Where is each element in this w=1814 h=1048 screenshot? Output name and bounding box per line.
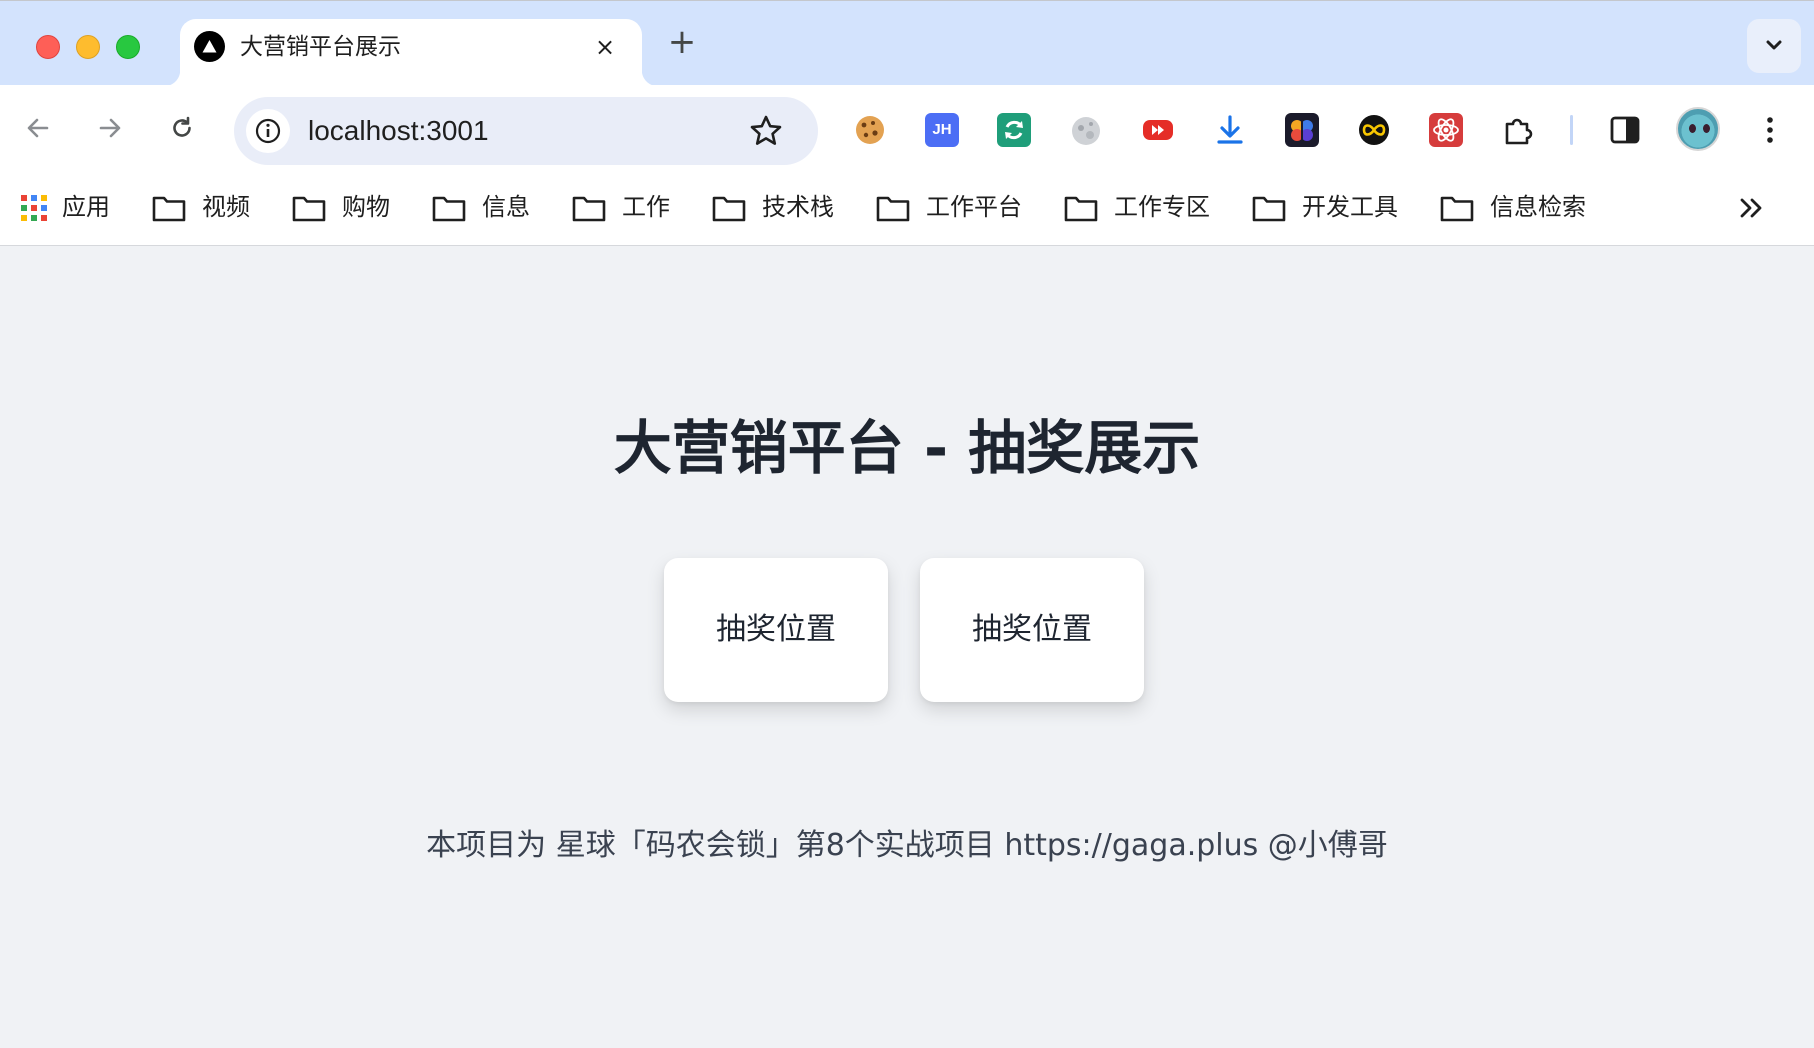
folder-icon	[712, 196, 746, 222]
folder-icon	[432, 196, 466, 222]
site-info-button[interactable]	[246, 109, 290, 153]
bookmark-folder[interactable]: 开发工具	[1252, 188, 1416, 226]
triangle-logo-icon	[194, 31, 225, 62]
page-content: 大营销平台 - 抽奖展示 抽奖位置 抽奖位置 本项目为 星球「码农会锁」第8个实…	[0, 246, 1814, 1048]
arrow-left-icon	[27, 118, 49, 138]
bookmark-folder[interactable]: 购物	[292, 188, 402, 226]
bookmark-label: 开发工具	[1302, 193, 1398, 221]
folder-icon	[1252, 196, 1286, 222]
bookmark-label: 工作专区	[1114, 193, 1210, 221]
footer-text: 本项目为 星球「码农会锁」第8个实战项目 https://gaga.plus @…	[426, 828, 1388, 863]
folder-icon	[876, 196, 910, 222]
bookmark-label: 视频	[202, 193, 250, 221]
reload-button[interactable]	[159, 105, 205, 151]
kebab-menu-icon[interactable]	[1753, 113, 1787, 147]
folder-icon	[292, 196, 326, 222]
window-minimize-button[interactable]	[76, 35, 100, 59]
active-tab[interactable]: 大营销平台展示 ×	[164, 19, 658, 86]
bookmark-folder[interactable]: 工作平台	[876, 188, 1040, 226]
bookmark-label: 工作平台	[926, 193, 1022, 221]
bookmark-folder[interactable]: 视频	[152, 188, 262, 226]
bookmarks-bar: 应用 视频 购物 信息 工作 技术栈 工作平台 工作专区 开发工具 信息检索	[0, 178, 1814, 246]
bookmark-label: 信息检索	[1490, 193, 1586, 221]
bookmark-apps[interactable]: 应用	[20, 188, 120, 226]
back-button[interactable]	[15, 105, 61, 151]
tab-title: 大营销平台展示	[240, 34, 401, 60]
bookmark-star-icon[interactable]	[748, 113, 784, 149]
url-text: localhost:3001	[308, 115, 489, 146]
jh-icon[interactable]: JH	[925, 113, 959, 147]
jh-label: JH	[932, 121, 952, 138]
address-bar[interactable]: localhost:3001	[234, 97, 818, 165]
folder-icon	[1064, 196, 1098, 222]
bookmark-folder[interactable]: 信息	[432, 188, 542, 226]
info-icon	[255, 118, 281, 144]
browser-toolbar: localhost:3001 JH	[0, 85, 1814, 178]
chevron-down-icon	[1766, 40, 1782, 50]
puzzle-icon[interactable]	[1501, 113, 1535, 147]
bookmark-label: 应用	[62, 193, 110, 221]
arrow-right-icon	[99, 118, 121, 138]
toolbar-separator	[1570, 115, 1573, 145]
bookmark-label: 工作	[622, 193, 670, 221]
lottery-position-card[interactable]: 抽奖位置	[920, 558, 1144, 702]
card-label: 抽奖位置	[716, 612, 836, 647]
moon-ext-icon[interactable]	[1069, 113, 1103, 147]
forward-button[interactable]	[87, 105, 133, 151]
bookmark-folder[interactable]: 信息检索	[1440, 188, 1604, 226]
tab-strip: 大营销平台展示 × +	[0, 0, 1814, 86]
youtube-ext-icon[interactable]	[1141, 113, 1175, 147]
bookmark-folder[interactable]: 工作	[572, 188, 682, 226]
tab-close-icon[interactable]: ×	[591, 33, 619, 61]
side-panel-icon[interactable]	[1608, 113, 1642, 147]
chevron-double-right-icon[interactable]	[1733, 190, 1769, 226]
bookmark-folder[interactable]: 技术栈	[712, 188, 852, 226]
folder-icon	[572, 196, 606, 222]
new-tab-button[interactable]: +	[664, 25, 700, 61]
download-icon[interactable]	[1213, 113, 1247, 147]
window-maximize-button[interactable]	[116, 35, 140, 59]
refresh-ext-icon[interactable]	[997, 113, 1031, 147]
bookmark-label: 信息	[482, 193, 530, 221]
brain-ext-icon[interactable]	[1285, 113, 1319, 147]
folder-icon	[1440, 196, 1474, 222]
bookmark-folder[interactable]: 工作专区	[1064, 188, 1228, 226]
tab-search-button[interactable]	[1747, 19, 1801, 73]
bookmark-label: 技术栈	[762, 193, 834, 221]
bookmark-label: 购物	[342, 193, 390, 221]
cookie-icon[interactable]	[853, 113, 887, 147]
card-label: 抽奖位置	[972, 612, 1092, 647]
window-close-button[interactable]	[36, 35, 60, 59]
react-ext-icon[interactable]	[1429, 113, 1463, 147]
profile-avatar[interactable]	[1676, 107, 1720, 151]
lottery-position-card[interactable]: 抽奖位置	[664, 558, 888, 702]
apps-grid-icon	[21, 195, 47, 221]
folder-icon	[152, 196, 186, 222]
page-title: 大营销平台 - 抽奖展示	[613, 414, 1201, 482]
reload-icon	[173, 116, 191, 137]
infinity-ext-icon[interactable]	[1357, 113, 1391, 147]
